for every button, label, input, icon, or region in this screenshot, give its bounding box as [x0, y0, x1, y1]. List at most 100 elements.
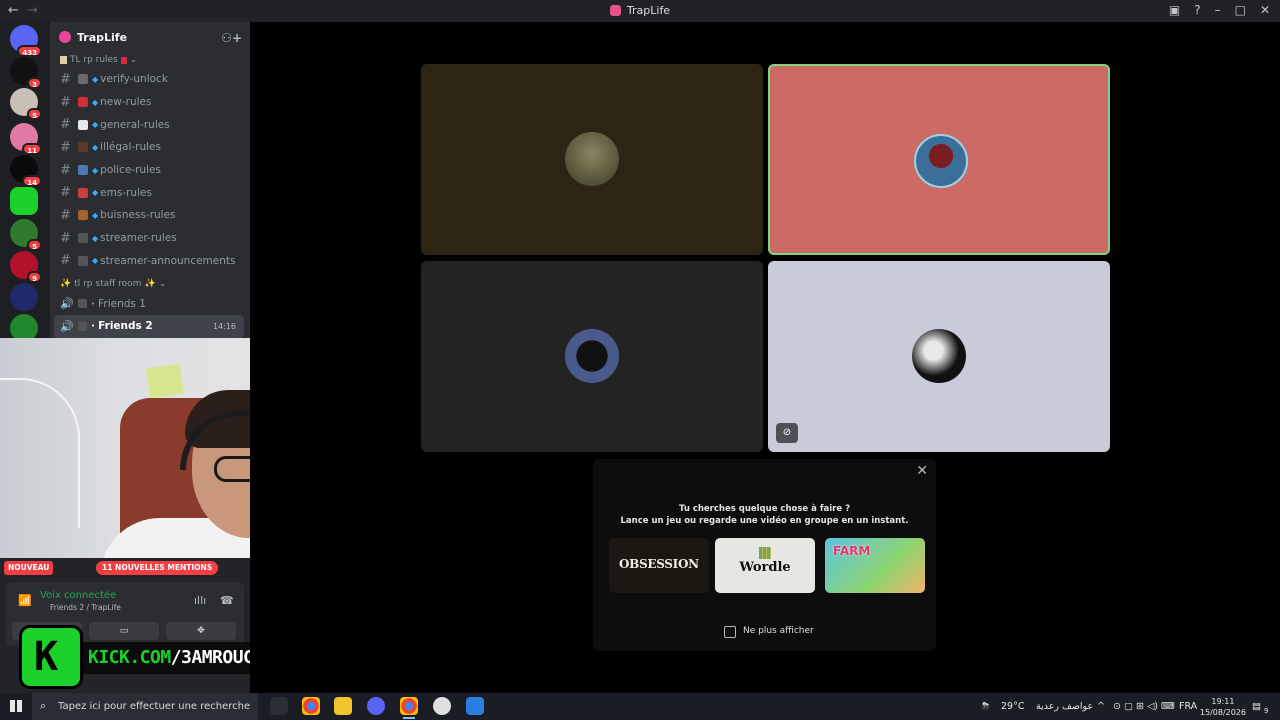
channel-emoji-icon [78, 299, 87, 309]
channel-buisness-rules[interactable]: # ◆ buisness-rules [50, 204, 250, 227]
channel-label: streamer-rules [100, 232, 177, 245]
mention-badge: 9 [27, 271, 42, 283]
close-button[interactable]: ✕ [1260, 3, 1270, 17]
channel-label: Friends 2 [98, 320, 153, 333]
diamond-icon: ◆ [92, 165, 99, 175]
server-icon[interactable]: 5 [10, 219, 42, 251]
chevron-down-icon: ⌄ [129, 55, 138, 65]
language-indicator[interactable]: FRA [1179, 701, 1197, 712]
mention-badge: 5 [27, 108, 42, 120]
noise-suppression-icon[interactable]: ıllı [194, 594, 206, 607]
channel-emoji-icon [78, 165, 88, 176]
channel-general-rules[interactable]: # ◆ general-rules [50, 113, 250, 136]
channel-label: buisness-rules [100, 209, 176, 222]
file-explorer-icon[interactable] [334, 697, 352, 715]
disconnect-icon[interactable]: ☎ [220, 594, 234, 607]
clock[interactable]: 19:11 15/08/2026 [1200, 696, 1246, 718]
signal-icon[interactable]: 📶 [18, 594, 32, 607]
window-controls: ▣ ? – □ ✕ [1169, 3, 1270, 17]
add-member-icon[interactable]: ⚇+ [221, 31, 242, 45]
game-card-obsession[interactable]: OBSESSION [609, 538, 709, 593]
kick-brand: KICK.COM [88, 647, 171, 668]
server-icon[interactable]: 3 [10, 57, 42, 89]
windows-taskbar: ⌕ Tapez ici pour effectuer une recherche… [0, 693, 1280, 720]
mention-badge: 433 [17, 45, 42, 57]
cable [0, 378, 80, 528]
tray-icons[interactable]: ⊙ ▢ ⊞ ◁) ⌨ [1113, 701, 1175, 712]
channel-emoji-icon [78, 97, 88, 108]
discord-home-icon[interactable]: 433 [10, 25, 42, 57]
notification-icon[interactable]: ▤ [1252, 701, 1261, 712]
activity-prompt: ✕ Tu cherches quelque chose à faire ? La… [593, 459, 936, 651]
chrome-icon[interactable] [302, 697, 320, 715]
video-off-icon: ⊘ [776, 423, 798, 443]
inbox-icon[interactable]: ▣ [1169, 3, 1180, 17]
participant-tile[interactable]: ⊘ [768, 261, 1110, 452]
discord-icon[interactable] [367, 697, 385, 715]
server-icon[interactable]: 11 [10, 123, 42, 155]
close-icon[interactable]: ✕ [916, 463, 928, 479]
channel-ill-gal-rules[interactable]: # ◆ illégal-rules [50, 136, 250, 159]
channel-label: streamer-announcements [100, 254, 236, 267]
participant-tile[interactable] [421, 261, 763, 452]
weather-text[interactable]: عواصف رعدية [1036, 701, 1093, 712]
game-card-farm[interactable]: FARM [825, 538, 925, 593]
minimize-button[interactable]: – [1215, 3, 1221, 17]
diamond-icon: ◆ [92, 210, 99, 220]
sparkle-icon: ✨ [60, 279, 72, 290]
category-header[interactable]: TL rp rules ⌄ [50, 52, 250, 68]
hash-icon: # [60, 71, 71, 87]
server-icon[interactable]: 5 [10, 88, 42, 120]
voice-channel-friends-1[interactable]: 🔊 • Friends 1 [50, 292, 250, 315]
dot-icon: • [91, 322, 96, 331]
weather-icon: ⛈ [982, 701, 990, 712]
taskbar-search[interactable]: ⌕ Tapez ici pour effectuer une recherche [32, 693, 258, 720]
avatar [914, 134, 968, 188]
prompt-subtitle: Lance un jeu ou regarde une vidéo en gro… [620, 516, 909, 526]
category-header[interactable]: ✨ tl rp staff room ✨ ⌄ [50, 276, 250, 292]
game-card-wordle[interactable]: Wordle [715, 538, 815, 593]
app-icon[interactable] [466, 697, 484, 715]
channel-new-rules[interactable]: # ◆ new-rules [50, 91, 250, 114]
participant-tile-speaking[interactable] [768, 64, 1110, 255]
server-icon[interactable]: 9 [10, 251, 42, 283]
book-emoji-icon [120, 56, 127, 64]
channel-streamer-rules[interactable]: # ◆ streamer-rules [50, 227, 250, 250]
hash-icon: # [60, 207, 71, 223]
server-icon[interactable] [10, 283, 38, 311]
channel-ems-rules[interactable]: # ◆ ems-rules [50, 181, 250, 204]
guild-header[interactable]: TrapLife ⚇+ [50, 22, 250, 52]
chrome-icon[interactable] [400, 697, 418, 719]
dont-show-checkbox[interactable] [724, 626, 736, 638]
diamond-icon: ◆ [92, 120, 99, 130]
hash-icon: # [60, 162, 71, 178]
task-view-icon[interactable] [270, 697, 288, 715]
new-badge[interactable]: NOUVEAU [4, 561, 54, 575]
category-name: TL rp rules [70, 55, 118, 65]
kick-server-icon[interactable] [10, 187, 38, 215]
channel-streamer-announcements[interactable]: # ◆ streamer-announcements [50, 250, 250, 273]
server-icon[interactable]: 14 [10, 155, 42, 187]
call-stage: ⊘ ✕ Tu cherches quelque chose à faire ? … [250, 22, 1280, 693]
participant-tile[interactable] [421, 64, 763, 255]
voice-location[interactable]: Friends 2 / TrapLife [50, 603, 121, 612]
voice-status: Voix connectée [40, 590, 117, 601]
voice-channel-friends-2[interactable]: 🔊 • Friends 2 14:16 [54, 314, 244, 338]
maximize-button[interactable]: □ [1235, 3, 1246, 17]
channel-police-rules[interactable]: # ◆ police-rules [50, 159, 250, 182]
help-icon[interactable]: ? [1194, 3, 1200, 17]
windows-start-icon[interactable] [10, 700, 22, 712]
weather-temp[interactable]: 29°C [1001, 701, 1024, 712]
notification-count: 9 [1264, 707, 1269, 715]
mention-badge: 5 [27, 239, 42, 251]
chevron-up-icon[interactable]: ^ [1097, 701, 1105, 712]
channel-verify-unlock[interactable]: # ◆ verify-unlock [50, 68, 250, 91]
mention-badge: 3 [27, 77, 42, 89]
channel-label: new-rules [100, 96, 152, 109]
obs-icon[interactable] [433, 697, 451, 715]
diamond-icon: ◆ [92, 74, 99, 84]
channel-emoji-icon [78, 233, 88, 244]
channel-label: police-rules [100, 164, 161, 177]
dot-icon: • [91, 299, 96, 308]
mentions-badge[interactable]: 11 NOUVELLES MENTIONS [96, 561, 219, 575]
